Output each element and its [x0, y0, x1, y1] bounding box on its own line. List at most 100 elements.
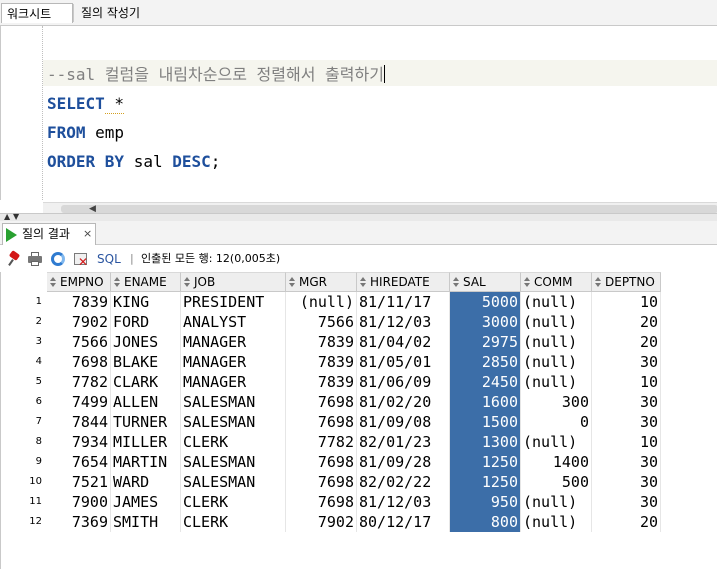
cell-mgr[interactable]: 7698	[286, 472, 357, 492]
cell-empno[interactable]: 7566	[47, 332, 111, 352]
column-header-comm[interactable]: COMM	[521, 272, 592, 292]
cell-comm[interactable]: (null)	[521, 512, 592, 532]
cell-deptno[interactable]: 10	[592, 372, 661, 392]
cell-job[interactable]: SALESMAN	[181, 452, 286, 472]
cell-empno[interactable]: 7902	[47, 312, 111, 332]
cell-sal[interactable]: 1500	[450, 412, 521, 432]
cell-mgr[interactable]: 7698	[286, 392, 357, 412]
cell-sal[interactable]: 950	[450, 492, 521, 512]
column-header-empno[interactable]: EMPNO	[47, 272, 111, 292]
row-number[interactable]: 8	[0, 432, 46, 452]
cell-ename[interactable]: BLAKE	[111, 352, 181, 372]
cell-deptno[interactable]: 30	[592, 472, 661, 492]
cell-job[interactable]: SALESMAN	[181, 412, 286, 432]
cell-comm[interactable]: (null)	[521, 292, 592, 312]
cell-comm[interactable]: 0	[521, 412, 592, 432]
cell-deptno[interactable]: 30	[592, 412, 661, 432]
cell-hiredate[interactable]: 81/05/01	[357, 352, 450, 372]
cell-hiredate[interactable]: 81/11/17	[357, 292, 450, 312]
cell-hiredate[interactable]: 81/09/28	[357, 452, 450, 472]
cell-job[interactable]: MANAGER	[181, 352, 286, 372]
cell-ename[interactable]: CLARK	[111, 372, 181, 392]
cell-empno[interactable]: 7782	[47, 372, 111, 392]
row-number[interactable]: 3	[0, 332, 46, 352]
row-number[interactable]: 12	[0, 512, 46, 532]
tab-query-result[interactable]: 질의 결과 ×	[2, 223, 96, 245]
cell-mgr[interactable]: 7698	[286, 412, 357, 432]
cell-comm[interactable]: (null)	[521, 352, 592, 372]
cell-ename[interactable]: WARD	[111, 472, 181, 492]
cell-mgr[interactable]: 7839	[286, 372, 357, 392]
cell-hiredate[interactable]: 82/02/22	[357, 472, 450, 492]
cell-comm[interactable]: 1400	[521, 452, 592, 472]
cell-deptno[interactable]: 30	[592, 352, 661, 372]
sort-icon[interactable]	[359, 277, 368, 288]
sql-editor[interactable]: --sal 컬럼을 내림차순으로 정렬해서 출력하기 SELECT * FROM…	[0, 26, 717, 214]
cell-job[interactable]: CLERK	[181, 512, 286, 532]
sort-icon[interactable]	[288, 277, 297, 288]
scrollbar-thumb[interactable]	[61, 205, 717, 213]
cell-ename[interactable]: JONES	[111, 332, 181, 352]
cell-ename[interactable]: KING	[111, 292, 181, 312]
cell-mgr[interactable]: 7839	[286, 352, 357, 372]
cell-comm[interactable]: (null)	[521, 432, 592, 452]
cell-deptno[interactable]: 30	[592, 392, 661, 412]
cell-comm[interactable]: (null)	[521, 332, 592, 352]
cell-job[interactable]: CLERK	[181, 432, 286, 452]
cell-empno[interactable]: 7499	[47, 392, 111, 412]
cell-sal[interactable]: 3000	[450, 312, 521, 332]
row-number[interactable]: 6	[0, 392, 46, 412]
cell-ename[interactable]: SMITH	[111, 512, 181, 532]
cell-mgr[interactable]: (null)	[286, 292, 357, 312]
cell-comm[interactable]: 300	[521, 392, 592, 412]
cell-empno[interactable]: 7934	[47, 432, 111, 452]
sort-icon[interactable]	[523, 277, 532, 288]
cell-ename[interactable]: MILLER	[111, 432, 181, 452]
column-header-mgr[interactable]: MGR	[286, 272, 357, 292]
cell-ename[interactable]: JAMES	[111, 492, 181, 512]
sort-icon[interactable]	[49, 277, 58, 288]
cell-hiredate[interactable]: 81/04/02	[357, 332, 450, 352]
cell-mgr[interactable]: 7782	[286, 432, 357, 452]
cell-sal[interactable]: 800	[450, 512, 521, 532]
cell-empno[interactable]: 7369	[47, 512, 111, 532]
cell-deptno[interactable]: 30	[592, 492, 661, 512]
cell-job[interactable]: MANAGER	[181, 372, 286, 392]
cell-empno[interactable]: 7844	[47, 412, 111, 432]
cell-comm[interactable]: (null)	[521, 372, 592, 392]
sort-icon[interactable]	[452, 277, 461, 288]
cell-mgr[interactable]: 7566	[286, 312, 357, 332]
row-number[interactable]: 10	[0, 472, 46, 492]
cell-hiredate[interactable]: 80/12/17	[357, 512, 450, 532]
tab-query-builder[interactable]: 질의 작성기	[76, 3, 156, 23]
cell-hiredate[interactable]: 81/02/20	[357, 392, 450, 412]
cell-mgr[interactable]: 7902	[286, 512, 357, 532]
pin-icon[interactable]	[6, 250, 22, 267]
cell-deptno[interactable]: 20	[592, 332, 661, 352]
cell-hiredate[interactable]: 81/06/09	[357, 372, 450, 392]
cell-job[interactable]: SALESMAN	[181, 392, 286, 412]
cell-job[interactable]: ANALYST	[181, 312, 286, 332]
column-header-sal[interactable]: SAL	[450, 272, 521, 292]
cell-hiredate[interactable]: 81/09/08	[357, 412, 450, 432]
cell-deptno[interactable]: 20	[592, 512, 661, 532]
row-number[interactable]: 5	[0, 372, 46, 392]
cell-mgr[interactable]: 7839	[286, 332, 357, 352]
cell-job[interactable]: SALESMAN	[181, 472, 286, 492]
cell-sal[interactable]: 5000	[450, 292, 521, 312]
sort-icon[interactable]	[113, 277, 122, 288]
delete-icon[interactable]: ✕	[73, 251, 89, 268]
column-header-hiredate[interactable]: HIREDATE	[357, 272, 450, 292]
cell-ename[interactable]: TURNER	[111, 412, 181, 432]
column-header-deptno[interactable]: DEPTNO	[592, 272, 661, 292]
row-number[interactable]: 4	[0, 352, 46, 372]
cell-ename[interactable]: ALLEN	[111, 392, 181, 412]
sql-link[interactable]: SQL	[97, 250, 121, 268]
cell-sal[interactable]: 1250	[450, 452, 521, 472]
row-number[interactable]: 9	[0, 452, 46, 472]
row-number[interactable]: 2	[0, 312, 46, 332]
cell-sal[interactable]: 2975	[450, 332, 521, 352]
cell-hiredate[interactable]: 81/12/03	[357, 312, 450, 332]
cell-deptno[interactable]: 20	[592, 312, 661, 332]
cell-empno[interactable]: 7900	[47, 492, 111, 512]
